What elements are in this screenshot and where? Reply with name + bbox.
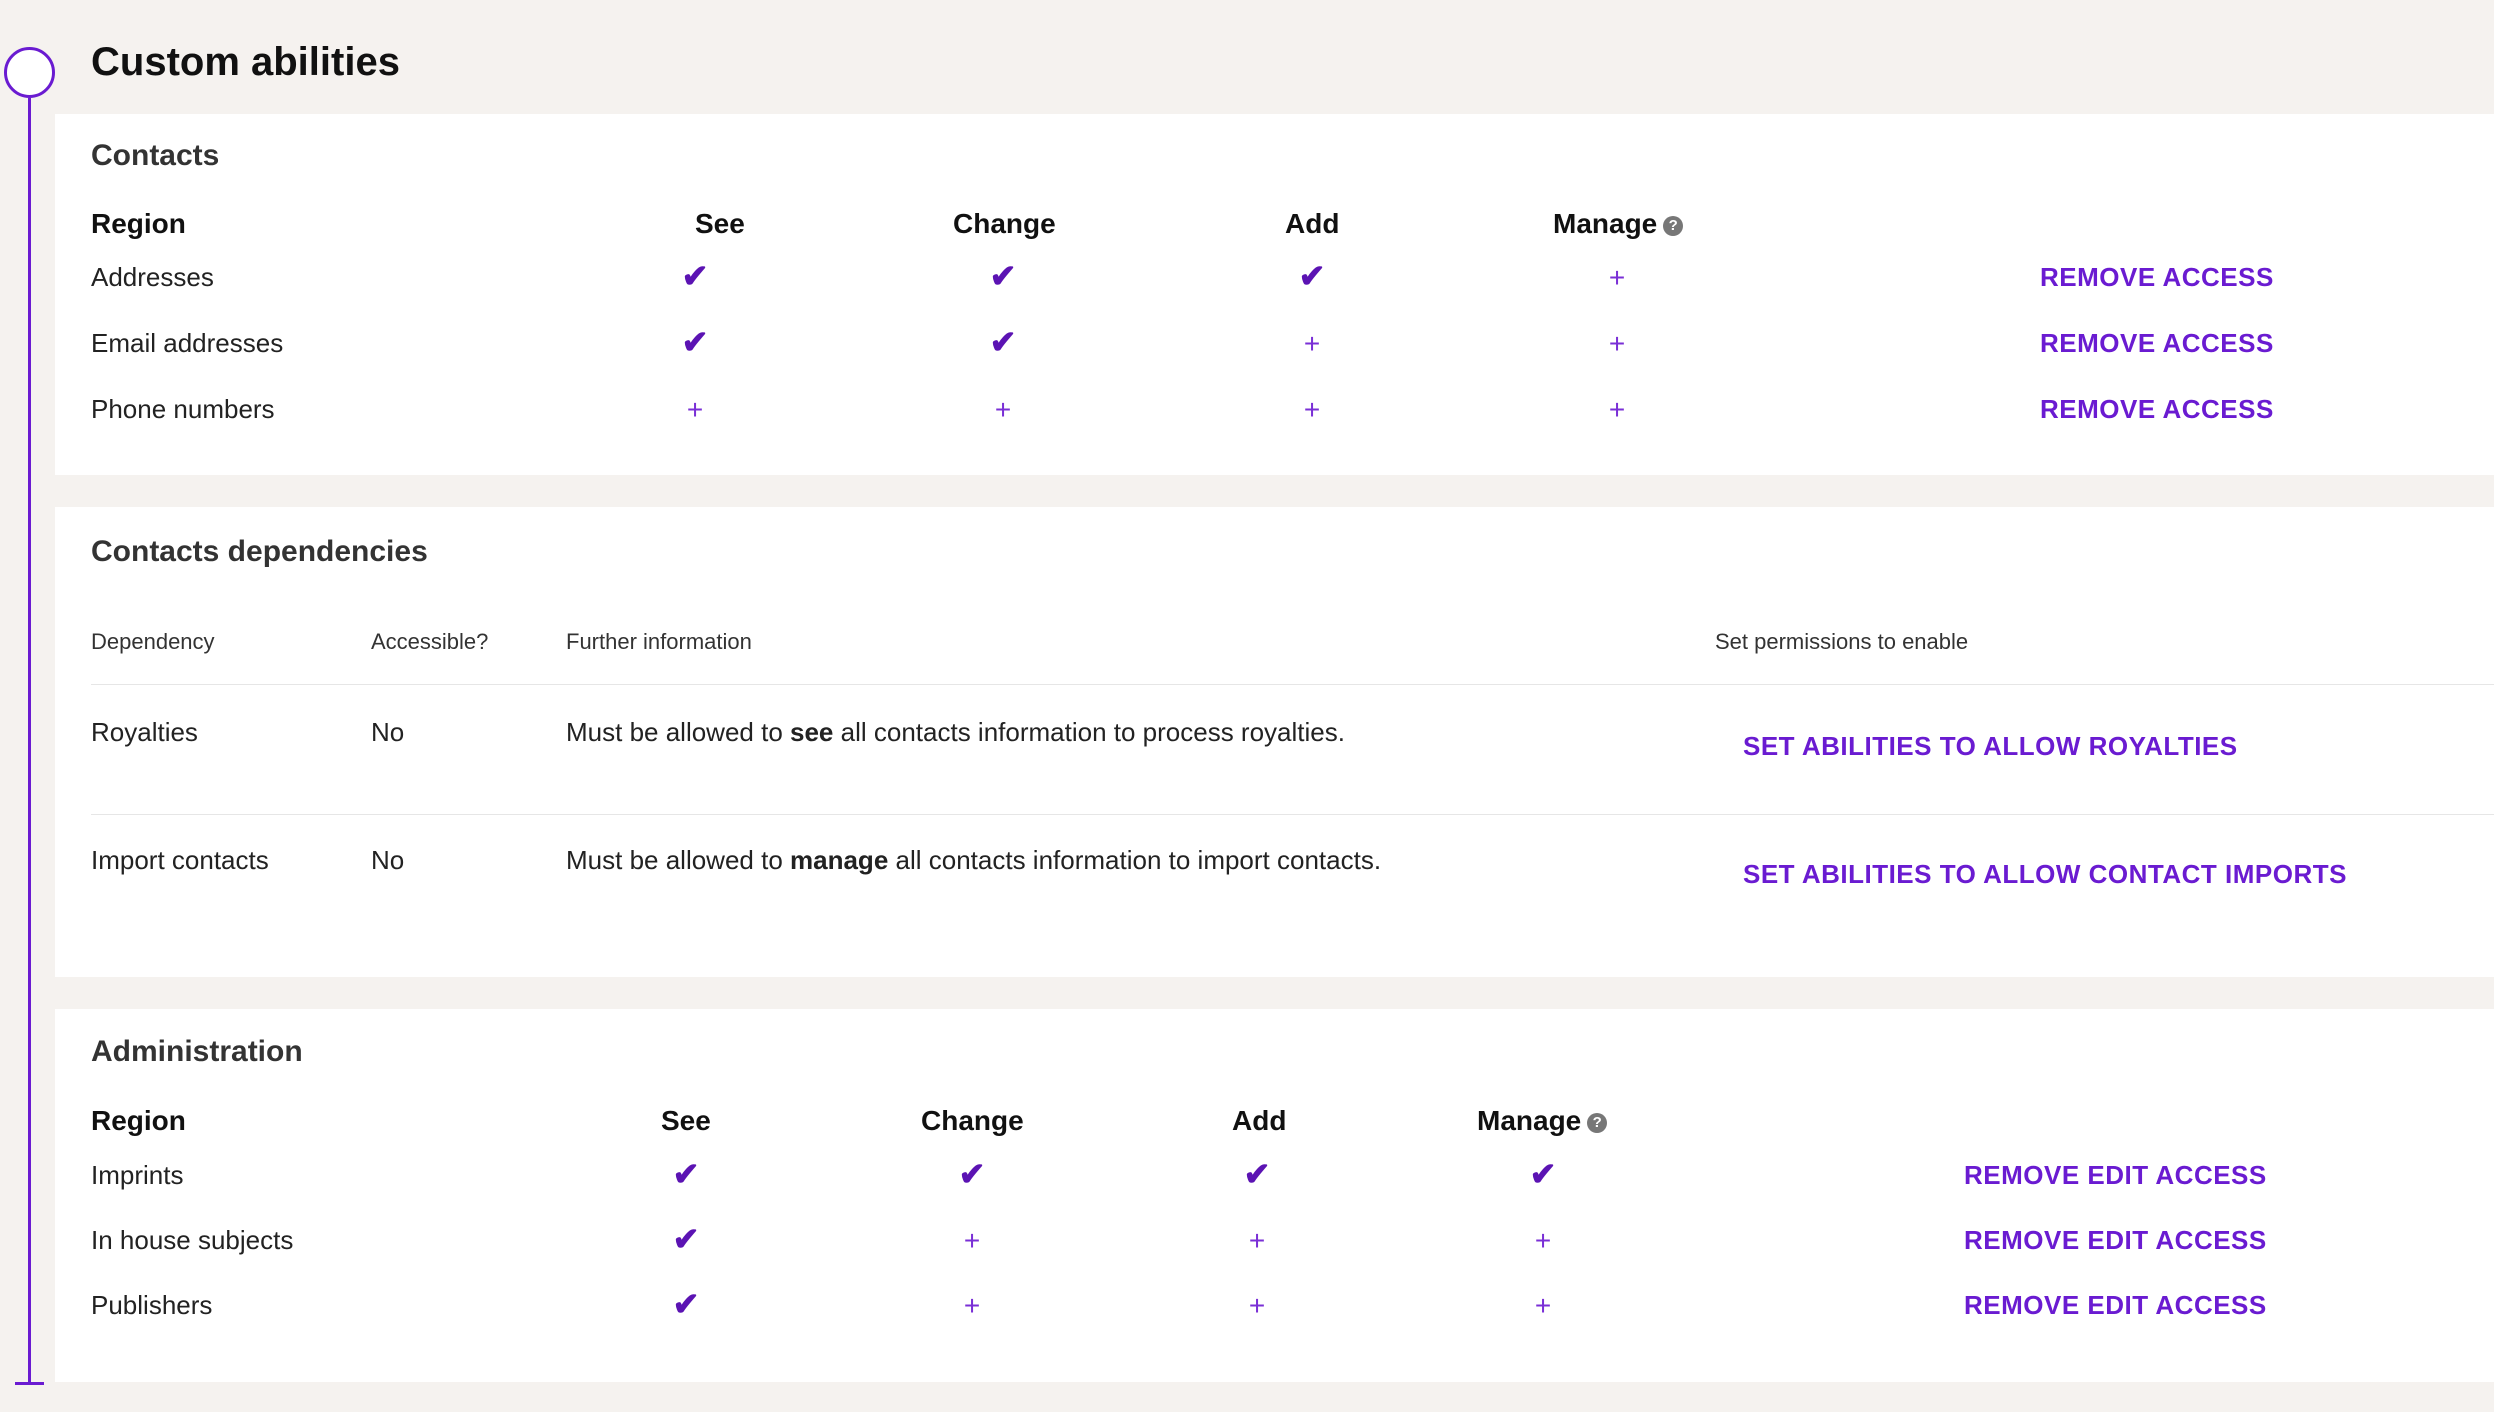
- plus-icon[interactable]: +: [942, 1227, 1002, 1255]
- manage-header-label: Manage: [1477, 1105, 1582, 1136]
- plus-icon[interactable]: +: [1227, 1227, 1287, 1255]
- plus-icon[interactable]: +: [665, 396, 725, 424]
- timeline-end-cap: [15, 1382, 44, 1385]
- info-emphasis: manage: [790, 845, 889, 875]
- region-header: Region: [91, 1105, 186, 1136]
- manage-header: Manage?: [1553, 208, 1684, 240]
- divider: [91, 684, 2494, 685]
- see-header: See: [661, 1105, 711, 1136]
- contacts-card-title: Contacts: [91, 139, 220, 172]
- checkmark-icon[interactable]: ✔: [656, 1288, 716, 1320]
- plus-icon[interactable]: +: [1587, 264, 1647, 292]
- further-information: Must be allowed to manage all contacts i…: [566, 845, 1381, 876]
- remove-access-button[interactable]: REMOVE ACCESS: [2040, 394, 2274, 425]
- info-text: Must be allowed to: [566, 717, 791, 747]
- accessible-value: No: [371, 845, 405, 875]
- add-header: Add: [1285, 208, 1340, 239]
- dependency-name: Royalties: [91, 717, 198, 747]
- see-header: See: [695, 208, 745, 239]
- administration-card-title: Administration: [91, 1035, 303, 1068]
- manage-header-label: Manage: [1553, 208, 1658, 239]
- contacts-card: Contacts Region See Change Add Manage? A…: [55, 114, 2494, 475]
- plus-icon[interactable]: +: [973, 396, 1033, 424]
- region-name: Phone numbers: [91, 394, 275, 424]
- dependency-name: Import contacts: [91, 845, 269, 875]
- info-text: all contacts information to process roya…: [833, 717, 1345, 747]
- region-name: In house subjects: [91, 1225, 294, 1255]
- change-header: Change: [953, 208, 1056, 239]
- dependencies-card-title: Contacts dependencies: [91, 535, 428, 568]
- checkmark-icon[interactable]: ✔: [656, 1158, 716, 1190]
- plus-icon[interactable]: +: [1513, 1227, 1573, 1255]
- set-permissions-header: Set permissions to enable: [1715, 629, 1969, 654]
- further-information-header: Further information: [566, 629, 752, 654]
- info-text: all contacts information to import conta…: [888, 845, 1382, 875]
- plus-icon[interactable]: +: [1227, 1292, 1287, 1320]
- info-emphasis: see: [790, 717, 834, 747]
- help-icon[interactable]: ?: [1587, 1113, 1608, 1133]
- checkmark-icon[interactable]: ✔: [656, 1223, 716, 1255]
- region-name: Addresses: [91, 262, 214, 292]
- region-name: Email addresses: [91, 328, 284, 358]
- remove-access-button[interactable]: REMOVE ACCESS: [2040, 328, 2274, 359]
- plus-icon[interactable]: +: [1587, 396, 1647, 424]
- remove-access-button[interactable]: REMOVE EDIT ACCESS: [1964, 1160, 2267, 1191]
- help-icon[interactable]: ?: [1663, 216, 1684, 236]
- plus-icon[interactable]: +: [1587, 330, 1647, 358]
- region-name: Publishers: [91, 1290, 213, 1320]
- checkmark-icon[interactable]: ✔: [942, 1158, 1002, 1190]
- manage-header: Manage?: [1477, 1105, 1608, 1137]
- checkmark-icon[interactable]: ✔: [973, 260, 1033, 292]
- set-abilities-button[interactable]: SET ABILITIES TO ALLOW ROYALTIES: [1743, 731, 2238, 762]
- timeline-node-icon: [4, 47, 55, 98]
- plus-icon[interactable]: +: [942, 1292, 1002, 1320]
- page-title: Custom abilities: [91, 40, 400, 84]
- timeline-line: [28, 98, 31, 1382]
- accessible-value: No: [371, 717, 405, 747]
- checkmark-icon[interactable]: ✔: [1227, 1158, 1287, 1190]
- change-header: Change: [921, 1105, 1024, 1136]
- info-text: Must be allowed to: [566, 845, 791, 875]
- checkmark-icon[interactable]: ✔: [973, 326, 1033, 358]
- region-name: Imprints: [91, 1160, 184, 1190]
- administration-card: Administration Region See Change Add Man…: [55, 1009, 2494, 1382]
- plus-icon[interactable]: +: [1513, 1292, 1573, 1320]
- region-header: Region: [91, 208, 186, 239]
- divider: [91, 814, 2494, 815]
- remove-access-button[interactable]: REMOVE EDIT ACCESS: [1964, 1290, 2267, 1321]
- add-header: Add: [1232, 1105, 1287, 1136]
- remove-access-button[interactable]: REMOVE EDIT ACCESS: [1964, 1225, 2267, 1256]
- further-information: Must be allowed to see all contacts info…: [566, 717, 1345, 748]
- dependencies-card: Contacts dependencies Dependency Accessi…: [55, 507, 2494, 977]
- checkmark-icon[interactable]: ✔: [1513, 1158, 1573, 1190]
- checkmark-icon[interactable]: ✔: [1282, 260, 1342, 292]
- remove-access-button[interactable]: REMOVE ACCESS: [2040, 262, 2274, 293]
- plus-icon[interactable]: +: [1282, 396, 1342, 424]
- accessible-header: Accessible?: [371, 629, 489, 654]
- plus-icon[interactable]: +: [1282, 330, 1342, 358]
- dependency-header: Dependency: [91, 629, 215, 654]
- checkmark-icon[interactable]: ✔: [665, 260, 725, 292]
- checkmark-icon[interactable]: ✔: [665, 326, 725, 358]
- set-abilities-button[interactable]: SET ABILITIES TO ALLOW CONTACT IMPORTS: [1743, 859, 2347, 890]
